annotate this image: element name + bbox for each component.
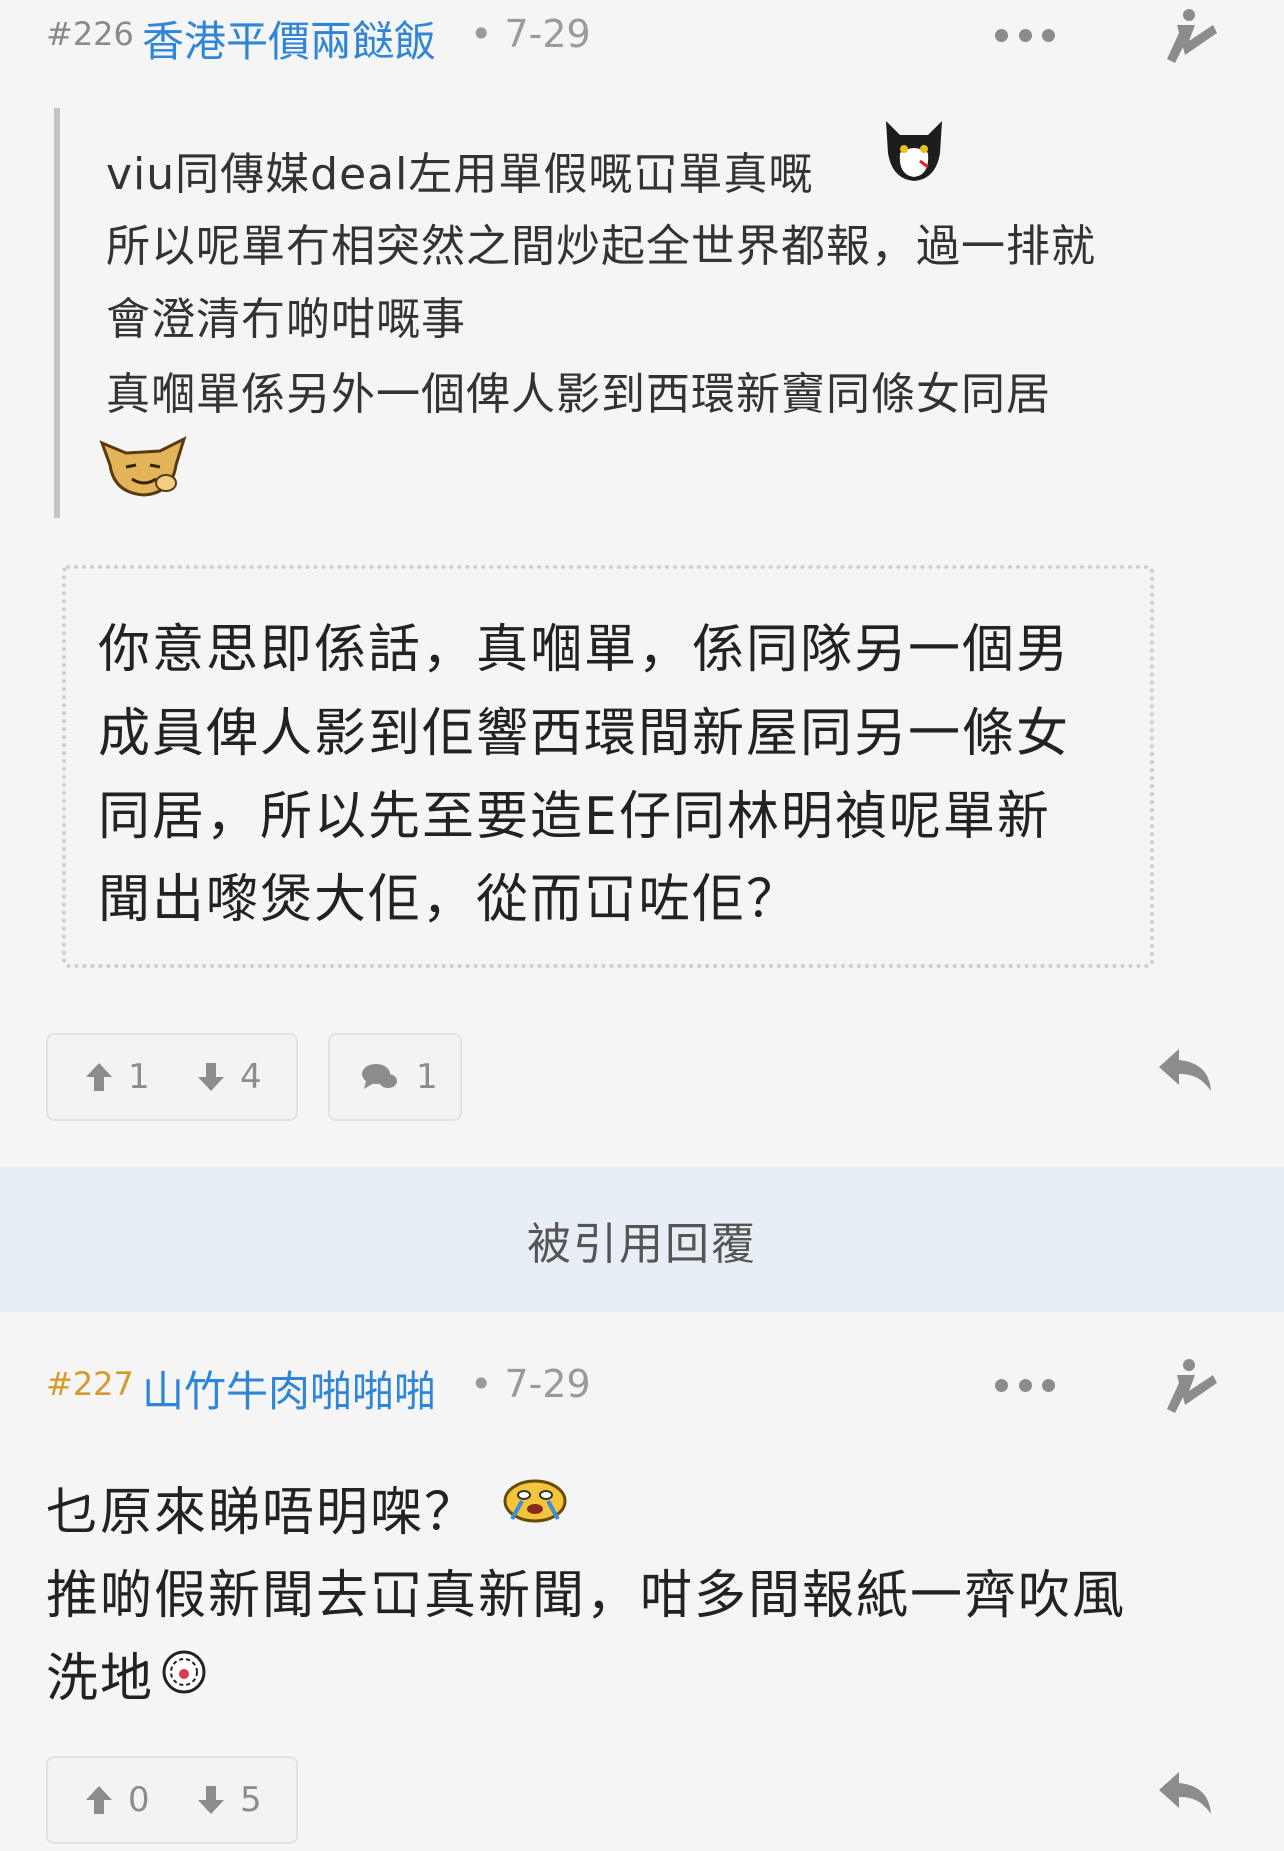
- banner-label: 被引用回覆: [527, 1218, 757, 1270]
- body-line: 乜原來睇唔明㗎？: [46, 1483, 479, 1543]
- body-line: 同居，所以先至要造E仔同林明禎呢單新: [98, 787, 1051, 847]
- quote-icon[interactable]: [1155, 3, 1225, 73]
- downvote-count: 5: [240, 1780, 262, 1820]
- body-line: 洗地: [46, 1649, 155, 1709]
- more-icon[interactable]: [995, 1365, 1055, 1405]
- comment-icon: [362, 1064, 397, 1089]
- post-header: #226 香港平價兩餸飯 • 7-29: [0, 0, 1284, 70]
- crying-emoji: [502, 1475, 568, 1529]
- username[interactable]: 香港平價兩餸飯: [142, 8, 436, 69]
- username[interactable]: 山竹牛肉啪啪啪: [142, 1358, 436, 1419]
- reply-icon[interactable]: [1155, 1768, 1215, 1818]
- body-line: 聞出嚟煲大佢，從而冚咗佢？: [98, 870, 801, 930]
- vote-box: 1 4: [46, 1033, 298, 1121]
- cat-emoji: [880, 113, 948, 189]
- dog-emoji: [96, 431, 190, 505]
- body-line: 你意思即係話，真嗰單，係同隊另一個男: [98, 620, 1071, 680]
- downvote-button[interactable]: 4: [196, 1057, 262, 1097]
- post-date: • 7-29: [470, 1362, 591, 1406]
- body-line: 成員俾人影到佢響西環間新屋同另一條女: [98, 704, 1071, 764]
- downvote-button[interactable]: 5: [196, 1780, 262, 1820]
- floor-number: #227: [46, 1365, 134, 1403]
- vote-box: 0 5: [46, 1756, 298, 1844]
- quote-line: 所以呢單冇相突然之間炒起全世界都報，過一排就: [106, 221, 1096, 272]
- quote-line: viu同傳媒deal左用單假嘅冚單真嘅: [106, 149, 814, 200]
- comment-button[interactable]: 1: [328, 1033, 462, 1121]
- upvote-count: 0: [128, 1780, 150, 1820]
- upvote-icon: [86, 1063, 112, 1091]
- quote-line: 會澄清冇啲咁嘅事: [106, 294, 466, 345]
- more-icon[interactable]: [995, 15, 1055, 55]
- upvote-button[interactable]: 1: [84, 1057, 150, 1097]
- post-header: #227 山竹牛肉啪啪啪 • 7-29: [0, 1350, 1284, 1420]
- body-line: 推啲假新聞去冚真新聞，咁多間報紙一齊吹風: [46, 1566, 1127, 1626]
- upvote-button[interactable]: 0: [84, 1780, 150, 1820]
- post-date: • 7-29: [470, 12, 591, 56]
- reply-body: 你意思即係話，真嗰單，係同隊另一個男 成員俾人影到佢響西環間新屋同另一條女 同居…: [62, 565, 1154, 968]
- downvote-icon: [198, 1786, 224, 1814]
- reply-icon[interactable]: [1155, 1045, 1215, 1095]
- quoted-replies-banner[interactable]: 被引用回覆: [0, 1167, 1284, 1312]
- dizzy-emoji: [160, 1648, 208, 1700]
- quote-icon[interactable]: [1155, 1353, 1225, 1423]
- quote-line: 真嗰單係另外一個俾人影到西環新竇同條女同居: [106, 369, 1051, 420]
- quoted-reply: viu同傳媒deal左用單假嘅冚單真嘅 所以呢單冇相突然之間炒起全世界都報，過一…: [54, 108, 1240, 518]
- downvote-icon: [198, 1063, 224, 1091]
- upvote-icon: [86, 1786, 112, 1814]
- downvote-count: 4: [240, 1057, 262, 1097]
- comment-item: 1: [360, 1057, 438, 1097]
- comment-count: 1: [416, 1057, 438, 1097]
- upvote-count: 1: [128, 1057, 150, 1097]
- floor-number: #226: [46, 15, 134, 53]
